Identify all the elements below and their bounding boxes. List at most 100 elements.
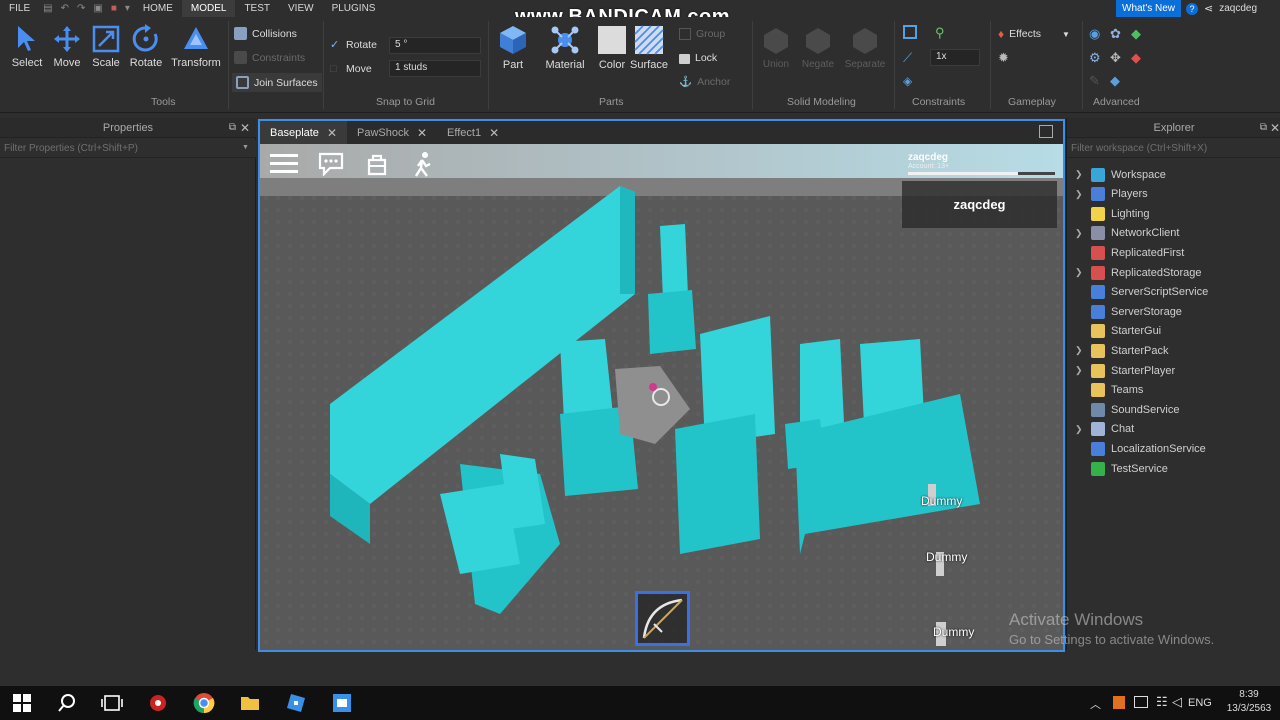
explorer-item-lighting[interactable]: Lighting [1075,204,1150,223]
tab-baseplate[interactable]: Baseplate ✕ [260,121,347,144]
collisions-toggle[interactable]: Collisions [234,27,297,40]
undock-icon[interactable]: ⧉ [1260,122,1267,133]
lock-button[interactable]: Lock [679,51,717,64]
tray-chevron-up-icon[interactable]: ︿ [1090,696,1101,712]
advanced-red-icon[interactable]: ◆ [1131,50,1141,66]
close-icon[interactable]: ✕ [1270,121,1280,135]
maximize-viewport-icon[interactable] [1039,125,1053,138]
tray-network-icon[interactable]: ☷ [1156,694,1168,710]
whats-new-button[interactable]: What's New [1116,0,1182,17]
menu-model[interactable]: MODEL [181,0,236,17]
chat-icon[interactable] [318,152,344,176]
explorer-item-soundservice[interactable]: SoundService [1075,400,1180,419]
constraint-scale-icon[interactable]: ⟋ [903,50,912,66]
join-surfaces-toggle[interactable]: Join Surfaces [232,73,322,92]
menu-view[interactable]: VIEW [279,0,323,17]
tray-volume-icon[interactable]: ◁ [1172,694,1182,710]
explorer-item-networkclient[interactable]: ❯ NetworkClient [1075,224,1179,243]
expand-arrow-icon[interactable]: ❯ [1075,267,1091,278]
constraint-scale-input[interactable]: 1x [930,49,980,66]
game-viewport[interactable]: Baseplate ✕ PawShock ✕ Effect1 ✕ zaqcdeg… [258,119,1065,652]
advanced-blue-icon[interactable]: ◆ [1110,73,1120,89]
advanced-link-icon[interactable]: ⚙ [1089,50,1101,66]
gameplay-settings-icon[interactable]: ✹ [998,50,1009,66]
effects-button[interactable]: ♦ Effects ▼ [998,27,1070,41]
recorder-app-icon[interactable] [147,692,169,714]
advanced-green-icon[interactable]: ◆ [1131,26,1141,42]
roblox-studio-icon[interactable] [285,692,307,714]
undo-icon[interactable]: ↶ [57,3,73,14]
part-button[interactable]: Part [494,24,532,71]
explorer-item-starterpack[interactable]: ❯ StarterPack [1075,341,1168,360]
advanced-package-icon[interactable]: ✿ [1110,26,1121,42]
constraint-details-icon[interactable]: ⚲ [935,25,945,41]
tab-effect1[interactable]: Effect1 ✕ [437,121,509,144]
explorer-item-replicatedfirst[interactable]: ReplicatedFirst [1075,243,1184,262]
advanced-collab-icon[interactable]: ✥ [1110,50,1121,66]
expand-arrow-icon[interactable]: ❯ [1075,169,1091,180]
rotate-snap-checkbox[interactable]: ✓ Rotate [330,39,377,51]
menu-plugins[interactable]: PLUGINS [323,0,385,17]
scale-tool-button[interactable]: Scale [87,24,125,69]
explorer-item-workspace[interactable]: ❯ Workspace [1075,165,1166,184]
advanced-object-icon[interactable]: ◉ [1089,26,1100,42]
language-indicator[interactable]: ENG [1188,697,1212,709]
close-icon[interactable]: ✕ [417,126,427,140]
rotate-snap-input[interactable]: 5 ° [389,37,481,54]
search-icon[interactable] [56,692,78,714]
select-tool-button[interactable]: Select [8,24,46,69]
menu-home[interactable]: HOME [134,0,182,17]
constraint-weld-icon[interactable] [903,25,917,39]
explorer-item-localizationservice[interactable]: LocalizationService [1075,439,1206,458]
explorer-item-replicatedstorage[interactable]: ❯ ReplicatedStorage [1075,263,1202,282]
material-button[interactable]: Material [542,24,588,71]
redo-icon[interactable]: ↷ [73,3,89,14]
explorer-item-starterplayer[interactable]: ❯ StarterPlayer [1075,361,1175,380]
explorer-item-serverstorage[interactable]: ServerStorage [1075,302,1182,321]
chrome-icon[interactable] [193,692,215,714]
surface-button[interactable]: Surface [630,24,668,71]
expand-arrow-icon[interactable]: ❯ [1075,365,1091,376]
expand-arrow-icon[interactable]: ❯ [1075,424,1091,435]
filter-dropdown-icon[interactable]: ▼ [242,144,249,151]
undock-icon[interactable]: ⧉ [229,122,236,133]
roblox-player-icon[interactable] [331,692,353,714]
help-icon[interactable]: ? [1186,2,1198,15]
menu-test[interactable]: TEST [235,0,279,17]
constraints-toggle[interactable]: Constraints [234,51,305,64]
explorer-filter-input[interactable]: Filter workspace (Ctrl+Shift+X) [1067,140,1280,158]
expand-arrow-icon[interactable]: ❯ [1075,345,1091,356]
move-tool-button[interactable]: Move [48,24,86,69]
share-icon[interactable]: ⋖ [1204,2,1213,15]
advanced-dim-icon[interactable]: ✎ [1089,73,1100,89]
union-button[interactable]: Union [758,26,794,70]
menu-hamburger-icon[interactable] [270,152,298,174]
leaderboard-entry[interactable]: zaqcdeg [902,181,1057,228]
clock[interactable]: 8:39 13/3/2563 [1224,689,1274,714]
close-icon[interactable]: ✕ [240,121,250,135]
file-explorer-icon[interactable] [239,692,261,714]
group-button[interactable]: Group [679,28,725,40]
hotbar-slot-bow[interactable] [635,591,690,646]
menu-file[interactable]: FILE [0,0,39,17]
new-file-icon[interactable]: ▤ [39,3,56,14]
explorer-item-serverscriptservice[interactable]: ServerScriptService [1075,283,1208,302]
close-icon[interactable]: ✕ [489,126,499,140]
explorer-item-startergui[interactable]: StarterGui [1075,322,1161,341]
color-button[interactable]: Color [594,24,630,71]
stop-icon[interactable]: ■ [107,3,121,14]
publish-icon[interactable]: ▣ [89,3,106,14]
username-label[interactable]: zaqcdeg [1219,3,1257,14]
explorer-item-players[interactable]: ❯ Players [1075,185,1148,204]
tab-pawshock[interactable]: PawShock ✕ [347,121,437,144]
tray-app-icon[interactable] [1113,696,1125,709]
quick-access-dropdown-icon[interactable]: ▾ [121,3,134,14]
negate-button[interactable]: Negate [798,26,838,70]
close-icon[interactable]: ✕ [327,126,337,140]
move-snap-input[interactable]: 1 studs [389,60,481,77]
tray-display-icon[interactable] [1134,696,1148,708]
separate-button[interactable]: Separate [842,26,888,70]
properties-filter-input[interactable]: Filter Properties (Ctrl+Shift+P) [0,140,256,158]
transform-tool-button[interactable]: Transform [170,24,222,69]
task-view-icon[interactable] [101,692,123,714]
